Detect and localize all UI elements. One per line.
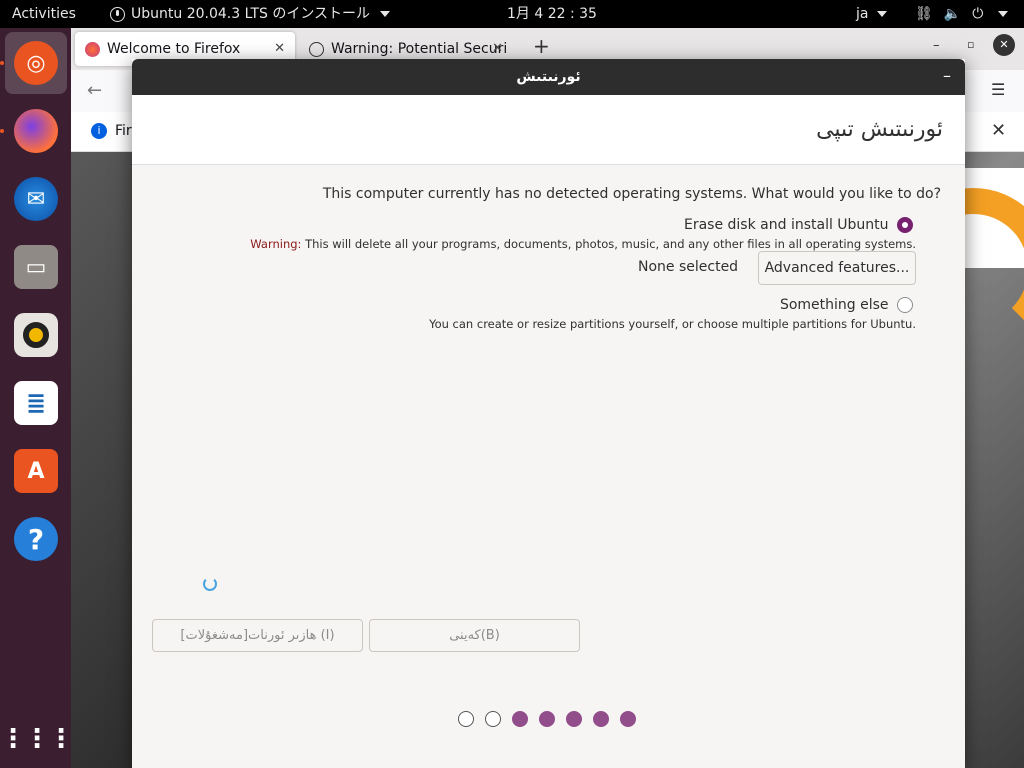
erase-disk-radio[interactable]	[897, 217, 913, 233]
chevron-down-icon	[380, 11, 391, 17]
firefox-icon	[85, 42, 100, 57]
running-indicator	[0, 129, 4, 133]
progress-dot	[620, 711, 636, 727]
encryption-status: None selected	[638, 259, 739, 275]
thunderbird-icon: ✉	[14, 177, 58, 221]
something-else-description: You can create or resize partitions your…	[429, 317, 916, 331]
dialog-header: ئورنىتىش تىپى	[132, 95, 965, 165]
show-applications-button[interactable]: ⋮⋮⋮	[0, 708, 74, 768]
help-icon: ?	[14, 517, 58, 561]
minimize-button[interactable]: –	[933, 38, 940, 53]
install-now-button[interactable]: ھازىر ئورنات[مەشغۇلات] (I)	[152, 619, 363, 652]
writer-icon: ≣	[14, 381, 58, 425]
app-menu-label: Ubuntu 20.04.3 LTS のインストール	[131, 6, 371, 22]
clock[interactable]: 1月 4 22 : 35	[507, 0, 597, 28]
tab-label: Warning: Potential Securi	[331, 41, 508, 57]
back-button[interactable]: كەينى(B)	[369, 619, 580, 652]
dock-software[interactable]: A	[5, 440, 67, 502]
dock-libreoffice-writer[interactable]: ≣	[5, 372, 67, 434]
language-label: ja	[856, 6, 869, 22]
progress-dot	[485, 711, 501, 727]
top-bar: Activities Ubuntu 20.04.3 LTS のインストール 1月…	[0, 0, 1024, 28]
volume-icon: 🔈	[943, 6, 962, 22]
close-window-button[interactable]: ✕	[993, 34, 1015, 56]
dock-firefox[interactable]	[5, 100, 67, 162]
question-text: This computer currently has no detected …	[322, 186, 941, 202]
installer-icon	[110, 6, 125, 22]
progress-dot	[458, 711, 474, 727]
info-icon: i	[91, 123, 107, 139]
dock-rhythmbox[interactable]	[5, 304, 67, 366]
files-icon: ▭	[14, 245, 58, 289]
system-menu[interactable]: ⛓ 🔈 ⏻	[915, 0, 1009, 28]
activities-button[interactable]: Activities	[12, 0, 76, 28]
dialog-title: ئورنىتىش	[132, 59, 965, 95]
dock-installer[interactable]: ◎	[5, 32, 67, 94]
spinner-icon	[203, 577, 217, 591]
info-icon	[309, 42, 324, 57]
app-menu[interactable]: Ubuntu 20.04.3 LTS のインストール	[110, 0, 391, 28]
progress-dots	[458, 711, 636, 727]
something-else-radio[interactable]	[897, 297, 913, 313]
progress-dot	[512, 711, 528, 727]
installer-dialog: ئورنىتىش – ئورنىتىش تىپى This computer c…	[132, 59, 965, 768]
something-else-label: Something else	[779, 297, 889, 313]
dock-help[interactable]: ?	[5, 508, 67, 570]
tab-label: Welcome to Firefox	[107, 41, 241, 57]
dock-thunderbird[interactable]: ✉	[5, 168, 67, 230]
erase-disk-label: Erase disk and install Ubuntu	[683, 217, 889, 233]
chevron-down-icon	[998, 11, 1009, 17]
dock: ◎ ✉ ▭ ≣ A ? ⋮⋮⋮	[0, 28, 74, 768]
language-indicator[interactable]: ja	[856, 0, 887, 28]
progress-dot	[539, 711, 555, 727]
menu-icon[interactable]: ☰	[991, 80, 1005, 99]
something-else-option[interactable]: Something else	[780, 297, 913, 313]
erase-disk-option[interactable]: Erase disk and install Ubuntu	[684, 217, 913, 233]
page-title: ئورنىتىش تىپى	[816, 117, 943, 142]
software-icon: A	[14, 449, 58, 493]
erase-warning: Warning: This will delete all your progr…	[250, 237, 916, 251]
power-icon: ⏻	[972, 6, 984, 22]
grid-icon: ⋮⋮⋮	[0, 724, 74, 754]
minimize-button[interactable]: –	[943, 59, 951, 93]
progress-dot	[566, 711, 582, 727]
running-indicator	[0, 61, 4, 65]
new-tab-button[interactable]: +	[533, 34, 550, 58]
network-icon: ⛓	[915, 6, 933, 22]
advanced-features-button[interactable]: Advanced features...	[758, 251, 916, 285]
warning-label: Warning:	[250, 237, 302, 251]
back-icon[interactable]: ←	[87, 80, 102, 101]
info-bar-text: Fir	[115, 123, 132, 139]
firefox-icon	[14, 109, 58, 153]
progress-dot	[593, 711, 609, 727]
rhythmbox-icon	[14, 313, 58, 357]
dock-files[interactable]: ▭	[5, 236, 67, 298]
close-icon[interactable]: ✕	[991, 120, 1006, 141]
chevron-down-icon	[876, 11, 887, 17]
warning-text: This will delete all your programs, docu…	[301, 237, 916, 251]
maximize-button[interactable]: ▫	[967, 38, 974, 51]
ubuntu-installer-icon: ◎	[14, 41, 58, 85]
